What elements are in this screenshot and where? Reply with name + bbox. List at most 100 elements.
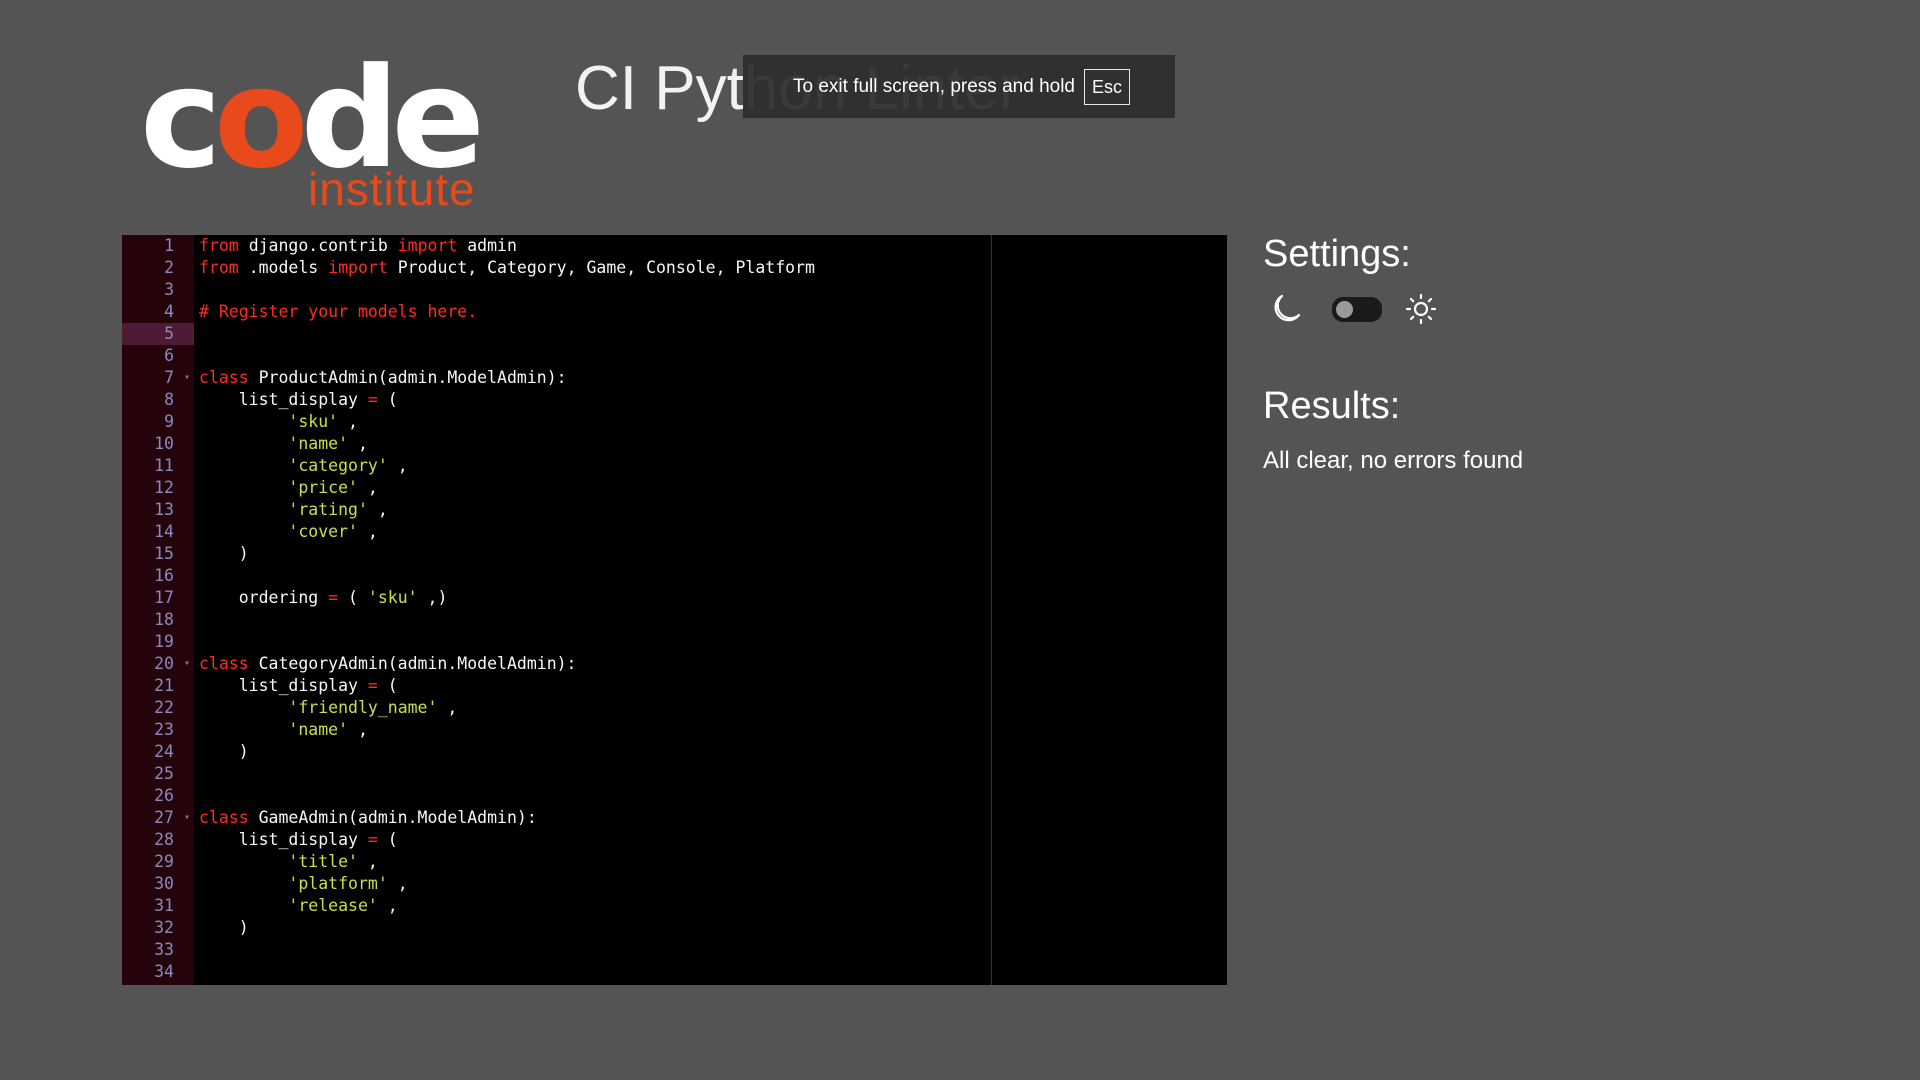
code-token: 'name' [288, 434, 349, 453]
line-number: 3 [122, 279, 194, 301]
line-number: 18 [122, 609, 194, 631]
code-token: list_display [199, 390, 358, 409]
code-token: 'rating' [288, 500, 368, 519]
line-number: 26 [122, 785, 194, 807]
line-number: 5 [122, 323, 194, 345]
logo-subtitle: institute [308, 163, 476, 215]
fold-arrow-icon[interactable]: ▾ [184, 807, 190, 829]
code-token: 'platform' [288, 874, 388, 893]
code-token: , [447, 698, 458, 717]
esc-key-badge: Esc [1084, 68, 1131, 105]
line-number: 30 [122, 873, 194, 895]
code-line: 'sku' , [199, 411, 1227, 433]
line-number: 17 [122, 587, 194, 609]
code-token: = [367, 390, 378, 409]
line-number-label: 33 [154, 940, 174, 959]
results-message: All clear, no errors found [1263, 447, 1524, 474]
code-token: 'sku' [288, 412, 339, 431]
moon-icon [1274, 294, 1301, 322]
line-number: 6 [122, 345, 194, 367]
line-number-label: 6 [164, 346, 174, 365]
code-token: , [397, 456, 408, 475]
line-number-label: 27 [154, 808, 174, 827]
line-number-label: 34 [154, 962, 174, 981]
code-token: 'release' [288, 896, 378, 915]
code-token: , [387, 896, 398, 915]
line-number-label: 5 [164, 324, 174, 343]
line-number-label: 16 [154, 566, 174, 585]
line-number: 8 [122, 389, 194, 411]
line-number-label: 18 [154, 610, 174, 629]
code-token: 'title' [288, 852, 358, 871]
line-number-label: 25 [154, 764, 174, 783]
line-number: 29 [122, 851, 194, 873]
line-number: 33 [122, 939, 194, 961]
theme-toggle-switch[interactable] [1332, 296, 1382, 322]
code-line: class GameAdmin(admin.ModelAdmin): [199, 807, 1227, 829]
code-token: 'sku' [367, 588, 418, 607]
code-area[interactable]: from django.contrib import admin from .mo… [199, 235, 1227, 983]
code-institute-logo: code institute [140, 50, 490, 220]
code-token: list_display [199, 676, 358, 695]
results-heading: Results: [1263, 385, 1401, 427]
line-number: 34 [122, 961, 194, 983]
code-line: ) [199, 543, 1227, 565]
line-number: 27 ▾ [122, 807, 194, 829]
code-token: ProductAdmin(admin.ModelAdmin): [258, 368, 567, 387]
code-line: from .models import Product, Category, G… [199, 257, 1227, 279]
line-number-label: 13 [154, 500, 174, 519]
code-token: class [199, 654, 249, 673]
code-token: = [328, 588, 339, 607]
code-token: , [367, 478, 378, 497]
line-number: 4 [122, 301, 194, 323]
code-line: 'price' , [199, 477, 1227, 499]
code-token: , [348, 412, 358, 431]
code-line: list_display = ( [199, 389, 1227, 411]
fold-arrow-icon[interactable]: ▾ [184, 653, 190, 675]
line-number-label: 1 [164, 236, 174, 255]
line-number-label: 11 [154, 456, 174, 475]
line-number: 31 [122, 895, 194, 917]
line-number-label: 28 [154, 830, 174, 849]
fold-arrow-icon[interactable]: ▾ [184, 367, 190, 389]
line-number: 16 [122, 565, 194, 587]
line-number-label: 4 [164, 302, 174, 321]
line-number: 24 [122, 741, 194, 763]
line-number: 7 ▾ [122, 367, 194, 389]
code-token: 'friendly_name' [288, 698, 438, 717]
code-line: list_display = ( [199, 829, 1227, 851]
code-line: ) [199, 917, 1227, 939]
toggle-knob [1336, 300, 1353, 318]
code-line: list_display = ( [199, 675, 1227, 697]
line-number: 21 [122, 675, 194, 697]
code-token: admin [467, 236, 517, 255]
code-line: 'cover' , [199, 521, 1227, 543]
code-token: , [377, 500, 388, 519]
line-number: 1 [122, 235, 194, 257]
code-token: class [199, 368, 249, 387]
code-line: 'name' , [199, 433, 1227, 455]
code-line: 'title' , [199, 851, 1227, 873]
code-token: ordering [199, 588, 319, 607]
line-number-label: 20 [154, 654, 174, 673]
print-margin [991, 235, 992, 985]
line-number-label: 19 [154, 632, 174, 651]
fullscreen-exit-notice: To exit full screen, press and hold Esc [743, 55, 1175, 118]
code-token: ) [199, 918, 249, 937]
code-line: from django.contrib import admin [199, 235, 1227, 257]
code-token: , [357, 434, 368, 453]
code-token: ( [387, 830, 398, 849]
code-token: from [199, 236, 239, 255]
code-line: 'platform' , [199, 873, 1227, 895]
code-editor[interactable]: 1 2 3 4 5 6 7 ▾ 8 9 10 11 12 13 14 15 16 17 18 19 20 ▾ 21 22 23 2… [122, 235, 1227, 985]
line-number-label: 24 [154, 742, 174, 761]
